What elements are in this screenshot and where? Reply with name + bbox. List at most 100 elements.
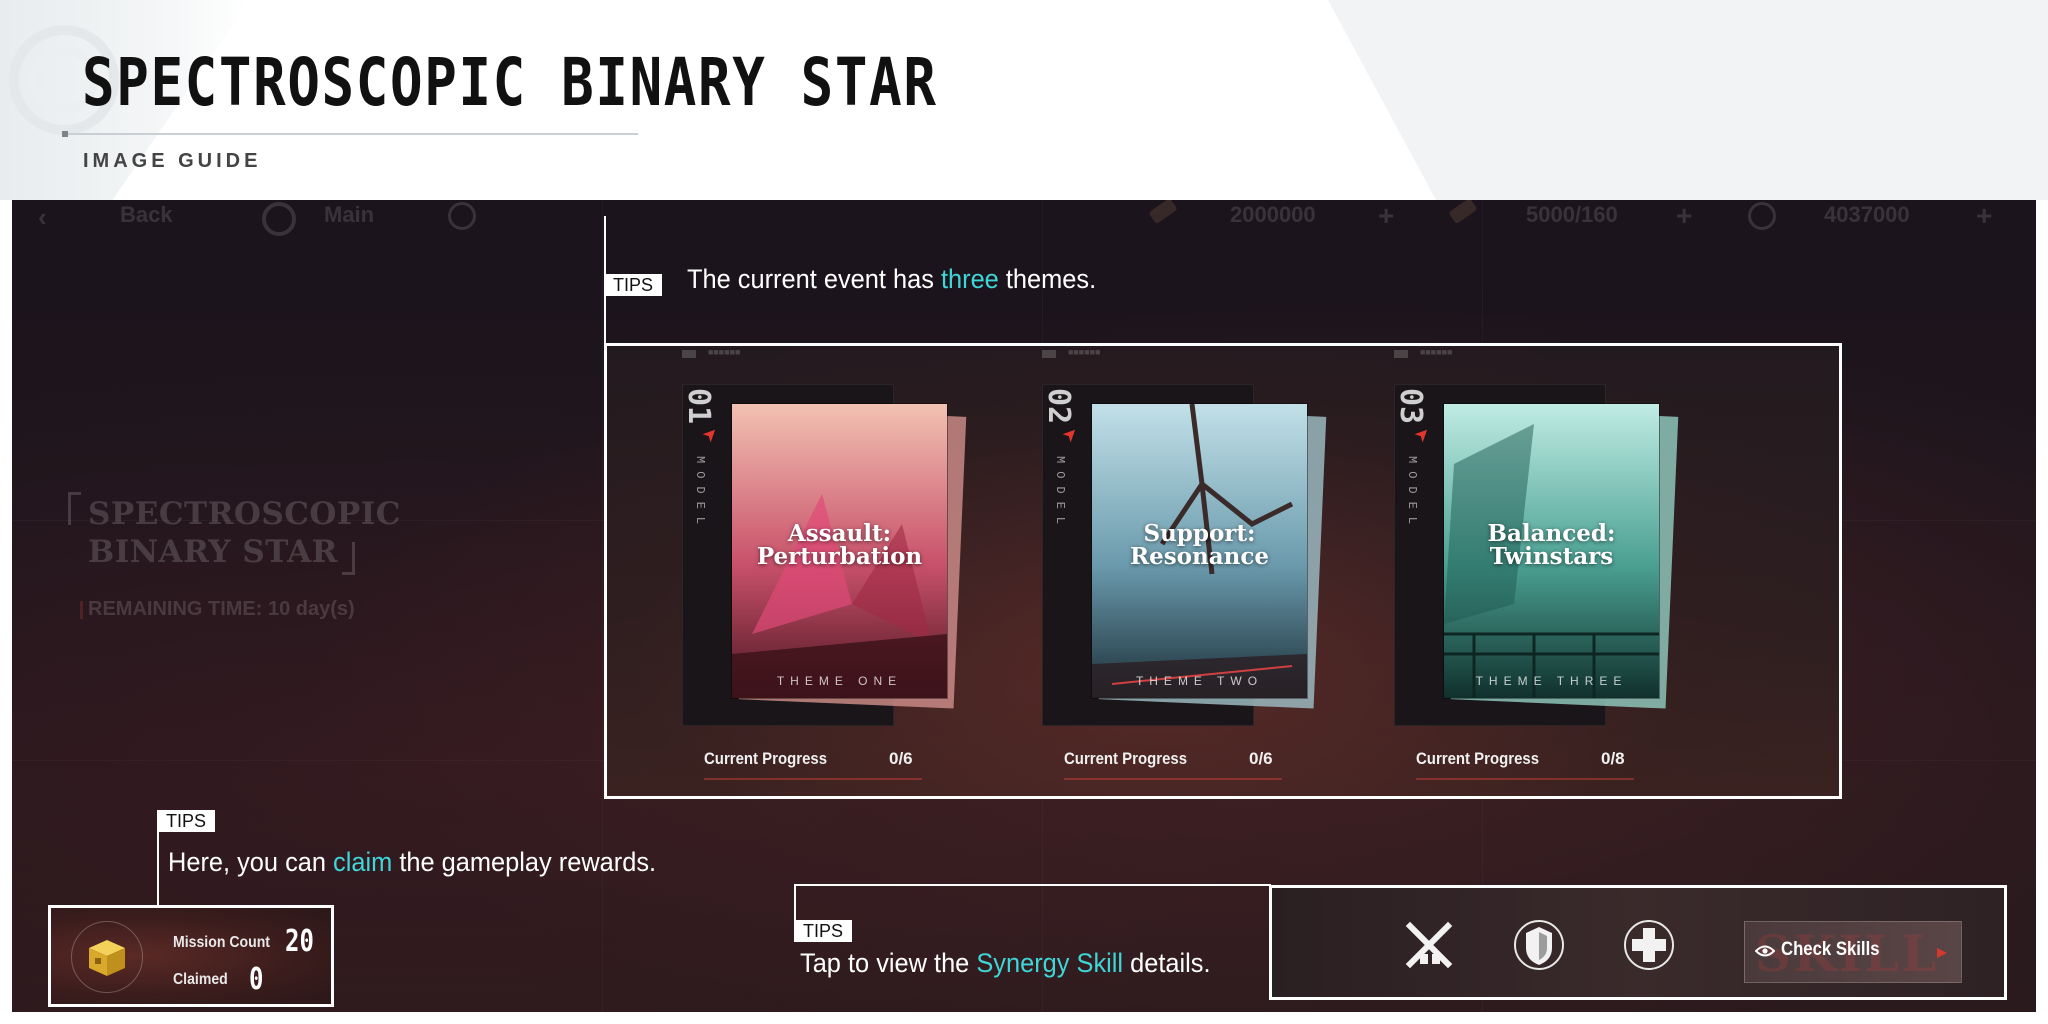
page-subtitle: IMAGE GUIDE: [83, 150, 262, 172]
tips-rewards-text: Here, you can claim the gameplay rewards…: [168, 847, 656, 878]
progress-value: 0/6: [1249, 749, 1273, 768]
arrow-right-icon: [1937, 948, 1947, 958]
theme-model-label: MODEL: [1405, 456, 1419, 533]
reward-chest-icon[interactable]: [85, 938, 129, 978]
theme-frame-cap: ■■■■■■: [1042, 348, 1162, 360]
progress-underline: [1416, 778, 1634, 780]
frame-cap-code: ■■■■■■: [708, 348, 741, 358]
progress-underline: [704, 778, 922, 780]
header-right-shade: [1328, 0, 2048, 200]
tips-highlight: claim: [333, 847, 393, 877]
page-title: SPECTROSCOPIC BINARY STAR: [82, 44, 938, 121]
tips-highlight: three: [940, 264, 999, 294]
remaining-time: REMAINING TIME: 10 day(s): [88, 598, 355, 621]
title-divider-dot: [62, 131, 68, 137]
game-screenshot: ‹ Back Main 2000000 + 5000/160 + 4037000…: [12, 200, 2036, 1012]
eye-icon: [1755, 945, 1775, 957]
theme-model-label: MODEL: [693, 456, 707, 533]
theme-number: 03: [1393, 388, 1428, 425]
theme-label: THEME TWO: [1135, 674, 1264, 688]
theme-frame-cap: ■■■■■■: [682, 348, 802, 360]
tips-leader-line: [794, 884, 1271, 886]
shield-icon[interactable]: [1512, 918, 1566, 972]
tips-text-part: themes.: [998, 264, 1097, 294]
back-button[interactable]: Back: [120, 202, 173, 228]
theme-label: THEME THREE: [1475, 674, 1628, 688]
home-icon[interactable]: [262, 202, 296, 236]
theme-artwork: Assault: Perturbation THEME ONE: [732, 404, 947, 698]
check-skills-label: Check Skills: [1781, 939, 1880, 960]
currency-amount: 2000000: [1230, 202, 1316, 227]
themes-panel: ■■■■■■ 01 ➤ MODEL Assault: Perturbation T…: [604, 343, 1842, 799]
add-currency-button[interactable]: +: [1378, 200, 1394, 232]
guide-header: SPECTROSCOPIC BINARY STAR IMAGE GUIDE: [0, 0, 2048, 200]
theme-title-line: Resonance: [1129, 543, 1270, 570]
premium-currency-amount: 4037000: [1824, 202, 1910, 227]
frame-cap-block: [1042, 350, 1056, 358]
tips-text-part: Tap to view the: [800, 948, 977, 978]
theme-title-line: Twinstars: [1489, 543, 1614, 570]
theme-card-1[interactable]: ■■■■■■ 01 ➤ MODEL Assault: Perturbation T…: [607, 346, 967, 796]
theme-artwork: Balanced: Twinstars THEME THREE: [1444, 404, 1659, 698]
remaining-time-marker: [80, 601, 83, 619]
theme-artwork: Support: Resonance THEME TWO: [1092, 404, 1307, 698]
theme-number: 02: [1041, 388, 1076, 425]
currency-icon: [1148, 200, 1178, 225]
add-premium-currency-button[interactable]: +: [1976, 200, 1992, 232]
synergy-skills-panel: SKILL Check Skills: [1269, 885, 2007, 1000]
tips-tag: TIPS: [157, 810, 216, 832]
event-title-line: SPECTROSCOPIC: [88, 496, 401, 532]
add-stamina-button[interactable]: +: [1676, 200, 1692, 232]
mission-rewards-panel[interactable]: Mission Count 20 Claimed 0: [48, 905, 334, 1007]
theme-title: Assault: Perturbation: [732, 522, 947, 568]
theme-model-label: MODEL: [1053, 456, 1067, 533]
theme-frame-cap: ■■■■■■: [1394, 348, 1514, 360]
medical-cross-icon[interactable]: [1622, 918, 1676, 972]
event-title-bracket-left: [68, 492, 81, 525]
theme-label: THEME ONE: [776, 674, 903, 688]
theme-title: Balanced: Twinstars: [1444, 522, 1659, 568]
tips-themes-text: The current event has three themes.: [687, 264, 1096, 295]
theme-title-line: Assault:: [787, 520, 892, 547]
progress-underline: [1064, 778, 1282, 780]
event-title-bracket-right: [342, 542, 355, 575]
mission-count-label: Mission Count: [173, 934, 270, 951]
back-chevron-icon[interactable]: ‹: [38, 202, 47, 233]
tips-tag: TIPS: [604, 274, 663, 296]
theme-title-line: Perturbation: [756, 543, 923, 570]
info-icon[interactable]: [448, 202, 476, 230]
claimed-label: Claimed: [173, 971, 228, 988]
frame-cap-block: [1394, 350, 1408, 358]
premium-currency-icon: [1748, 202, 1776, 230]
tips-leader-line: [794, 884, 796, 924]
theme-card-3[interactable]: ■■■■■■ 03 ➤ MODEL Balanced: Twinstars THE…: [1319, 346, 1679, 796]
frame-cap-block: [682, 350, 696, 358]
top-status-bar: ‹ Back Main 2000000 + 5000/160 + 4037000…: [12, 200, 2036, 236]
tips-skills-text: Tap to view the Synergy Skill details.: [800, 948, 1211, 979]
check-skills-button[interactable]: SKILL Check Skills: [1744, 921, 1962, 983]
remaining-time-value: 10 day(s): [268, 598, 355, 620]
stamina-icon: [1448, 200, 1478, 225]
claimed-value: 0: [249, 962, 264, 997]
theme-number: 01: [681, 388, 716, 425]
crossed-guns-icon[interactable]: [1402, 918, 1456, 972]
progress-label: Current Progress: [704, 749, 828, 768]
tips-text-part: the gameplay rewards.: [392, 847, 657, 877]
mission-count-value: 20: [285, 924, 314, 959]
theme-title: Support: Resonance: [1092, 522, 1307, 568]
tips-text-part: details.: [1123, 948, 1211, 978]
theme-card-2[interactable]: ■■■■■■ 02 ➤ MODEL Support: Resonance THEM…: [967, 346, 1327, 796]
title-divider: [64, 133, 638, 135]
stamina-amount: 5000/160: [1526, 202, 1618, 227]
frame-cap-code: ■■■■■■: [1420, 348, 1453, 358]
progress-label: Current Progress: [1416, 749, 1540, 768]
remaining-time-label: REMAINING TIME:: [88, 598, 263, 620]
progress-value: 0/8: [1601, 749, 1625, 768]
theme-title-line: Support:: [1143, 520, 1256, 547]
tips-text-part: Here, you can: [168, 847, 334, 877]
bg-grid-line: [602, 200, 603, 1012]
main-button[interactable]: Main: [324, 202, 374, 228]
frame-cap-code: ■■■■■■: [1068, 348, 1101, 358]
theme-title-line: Balanced:: [1487, 520, 1616, 547]
progress-label: Current Progress: [1064, 749, 1188, 768]
